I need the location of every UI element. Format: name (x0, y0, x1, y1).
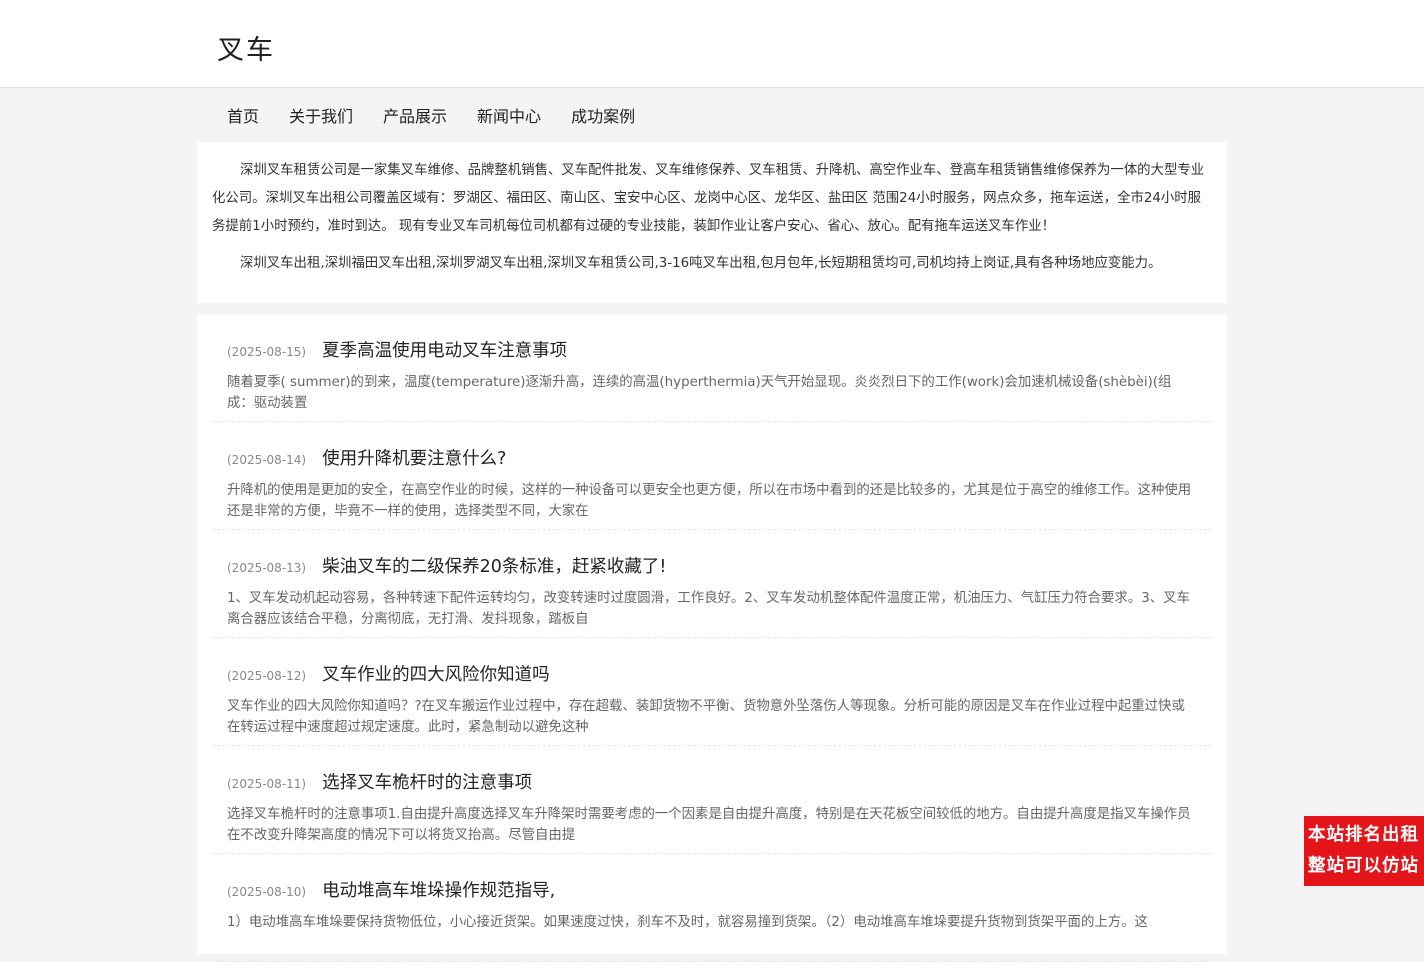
news-title-link[interactable]: 叉车作业的四大风险你知道吗 (322, 661, 550, 686)
news-date: (2025-08-10) (227, 885, 307, 899)
news-date: (2025-08-13) (227, 561, 307, 575)
nav-item-about[interactable]: 关于我们 (274, 103, 368, 127)
badge-line: 整站可以仿站 (1308, 856, 1419, 876)
news-summary: 随着夏季( summer)的到来，温度(temperature)逐渐升高，连续的… (227, 375, 1172, 411)
news-date: (2025-08-14) (227, 453, 307, 467)
news-summary: 升降机的使用是更加的安全，在高空作业的时候，这样的一种设备可以更安全也更方便，所… (227, 483, 1192, 519)
news-summary: 叉车作业的四大风险你知道吗？?在叉车搬运作业过程中，存在超载、装卸货物不平衡、货… (227, 699, 1185, 735)
nav-item-news[interactable]: 新闻中心 (462, 103, 556, 127)
site-header: 叉车 (0, 0, 1424, 88)
news-title-link[interactable]: 电动堆高车堆垛操作规范指导, (322, 877, 555, 902)
site-title[interactable]: 叉车 (217, 28, 275, 67)
news-item: (2025-08-13) 柴油叉车的二级保养20条标准，赶紧收藏了! 1、叉车发… (212, 530, 1212, 638)
news-date: (2025-08-11) (227, 777, 307, 791)
news-item: (2025-08-15) 夏季高温使用电动叉车注意事项 随着夏季( summer… (212, 314, 1212, 422)
news-item: (2025-08-12) 叉车作业的四大风险你知道吗 叉车作业的四大风险你知道吗… (212, 638, 1212, 746)
intro-section: 深圳叉车租赁公司是一家集叉车维修、品牌整机销售、叉车配件批发、叉车维修保养、叉车… (197, 142, 1227, 303)
news-title-link[interactable]: 选择叉车桅杆时的注意事项 (322, 769, 532, 794)
news-summary: 1、叉车发动机起动容易，各种转速下配件运转均匀，改变转速时过度圆滑，工作良好。2… (227, 591, 1190, 627)
news-item: (2025-08-14) 使用升降机要注意什么? 升降机的使用是更加的安全，在高… (212, 422, 1212, 530)
news-date: (2025-08-12) (227, 669, 307, 683)
intro-paragraph: 深圳叉车租赁公司是一家集叉车维修、品牌整机销售、叉车配件批发、叉车维修保养、叉车… (212, 163, 1205, 234)
floating-ad-badge[interactable]: 本站排名出租 整站可以仿站 (1304, 816, 1424, 886)
news-item: (2025-08-11) 选择叉车桅杆时的注意事项 选择叉车桅杆时的注意事项1.… (212, 746, 1212, 854)
nav-item-products[interactable]: 产品展示 (368, 103, 462, 127)
nav-item-cases[interactable]: 成功案例 (556, 103, 650, 127)
badge-line: 本站排名出租 (1308, 825, 1419, 845)
intro-paragraph: 深圳叉车出租,深圳福田叉车出租,深圳罗湖叉车出租,深圳叉车租赁公司,3-16吨叉… (240, 256, 1162, 271)
nav-item-home[interactable]: 首页 (212, 103, 274, 127)
news-summary: 1）电动堆高车堆垛要保持货物低位，小心接近货架。如果速度过快，刹车不及时，就容易… (227, 915, 1148, 930)
main-nav: 首页 关于我们 产品展示 新闻中心 成功案例 (212, 96, 650, 134)
news-summary: 选择叉车桅杆时的注意事项1.自由提升高度选择叉车升降架时需要考虑的一个因素是自由… (227, 807, 1191, 843)
news-title-link[interactable]: 柴油叉车的二级保养20条标准，赶紧收藏了! (322, 553, 666, 578)
news-title-link[interactable]: 夏季高温使用电动叉车注意事项 (322, 337, 567, 362)
news-title-link[interactable]: 使用升降机要注意什么? (322, 445, 506, 470)
news-date: (2025-08-15) (227, 345, 307, 359)
news-list: (2025-08-15) 夏季高温使用电动叉车注意事项 随着夏季( summer… (197, 314, 1227, 962)
news-item: (2025-08-10) 电动堆高车堆垛操作规范指导, 1）电动堆高车堆垛要保持… (212, 854, 1212, 962)
